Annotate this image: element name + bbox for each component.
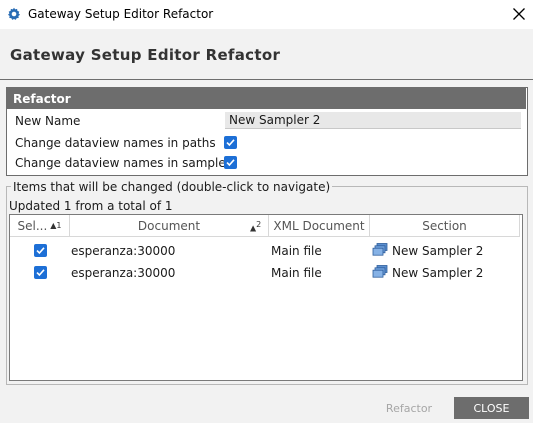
sort-order-2: 2 [256,220,262,229]
document-sort-indicator: ▲2 [250,220,261,233]
gear-icon [7,7,21,21]
close-button[interactable]: CLOSE [454,397,529,419]
new-name-label: New Name [15,114,81,128]
column-header-xml-document[interactable]: XML Document [269,215,370,237]
row-document: esperanza:30000 [71,266,176,280]
sampler-stack-icon [372,265,388,279]
checkmark-icon [36,269,45,277]
paths-checkbox-label: Change dataview names in paths [15,136,216,150]
checkmark-icon [36,247,45,255]
row-xml-document: Main file [271,266,322,280]
sampler-stack-icon [372,243,388,257]
sort-order-1: 1 [56,221,62,230]
row-section: New Sampler 2 [392,266,484,280]
refactor-button[interactable]: Refactor [372,397,446,419]
samplers-checkbox[interactable] [224,156,237,169]
row-document: esperanza:30000 [71,244,176,258]
row-select-checkbox[interactable] [34,244,47,257]
paths-checkbox[interactable] [224,136,237,149]
column-header-selected[interactable]: Sel... ▲ 1 [10,215,70,237]
window-title: Gateway Setup Editor Refactor [28,7,214,21]
checkmark-icon [226,159,235,167]
column-header-document[interactable]: Document [70,215,269,237]
close-icon[interactable] [510,5,528,23]
column-header-section-label: Section [422,218,467,233]
update-status: Updated 1 from a total of 1 [9,199,173,213]
column-header-section[interactable]: Section [370,215,520,237]
dialog-heading: Gateway Setup Editor Refactor [10,46,281,64]
row-select-checkbox[interactable] [34,266,47,279]
column-header-xml-label: XML Document [273,218,365,233]
refactor-panel-title: Refactor [13,92,71,106]
row-section: New Sampler 2 [392,244,484,258]
refactor-panel-header [7,88,526,109]
column-header-document-label: Document [137,218,201,233]
items-group-legend: Items that will be changed (double-click… [11,180,333,194]
column-header-selected-label: Sel... [17,218,48,233]
new-name-input[interactable] [225,112,521,129]
checkmark-icon [226,139,235,147]
samplers-checkbox-label: Change dataview names in samplers [15,156,237,170]
row-xml-document: Main file [271,244,322,258]
